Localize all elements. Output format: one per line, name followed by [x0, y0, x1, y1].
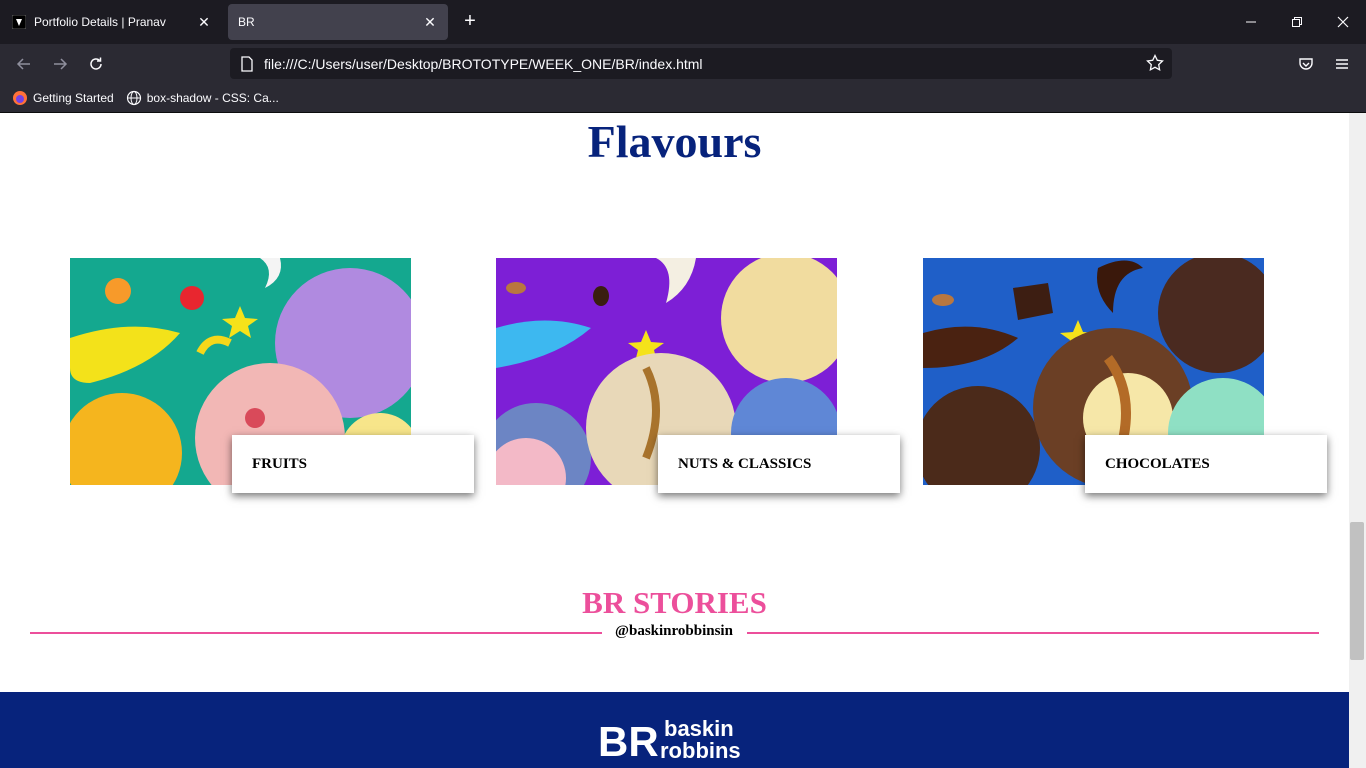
navigation-toolbar: file:///C:/Users/user/Desktop/BROTOTYPE/…: [0, 44, 1366, 84]
flavour-card-fruits[interactable]: FRUITS: [70, 258, 474, 493]
divider-right: [747, 632, 1319, 634]
firefox-icon: [12, 90, 28, 106]
tab-title: BR: [238, 15, 255, 29]
br-stories-heading: BR STORIES: [582, 585, 767, 620]
flavours-heading: Flavours: [587, 116, 762, 167]
divider-left: [30, 632, 602, 634]
page-content: Flavours FRUITS NUTS & CLASSICS CHOCOLAT…: [0, 113, 1349, 768]
bookmark-label: box-shadow - CSS: Ca...: [146, 91, 279, 105]
flavour-card-chocolates[interactable]: CHOCOLATES: [923, 258, 1327, 493]
page-scrollbar[interactable]: [1349, 113, 1366, 768]
bookmark-star-icon[interactable]: [1146, 53, 1164, 75]
logo-robbins-text: robbins: [660, 738, 741, 762]
portfolio-favicon-icon: [12, 15, 26, 29]
bookmark-getting-started[interactable]: Getting Started: [12, 90, 114, 106]
url-text: file:///C:/Users/user/Desktop/BROTOTYPE/…: [264, 55, 703, 72]
bookmarks-toolbar: Getting Started box-shadow - CSS: Ca...: [0, 84, 1366, 113]
browser-window: Portfolio Details | Pranav ✕ BR ✕ + file…: [0, 0, 1366, 768]
scrollbar-thumb[interactable]: [1350, 522, 1364, 660]
flavour-label: FRUITS: [232, 435, 474, 493]
tab-strip: Portfolio Details | Pranav ✕ BR ✕ +: [0, 0, 1366, 44]
bookmark-box-shadow[interactable]: box-shadow - CSS: Ca...: [126, 90, 279, 106]
page-icon: [240, 56, 254, 75]
tab-br[interactable]: BR ✕: [228, 4, 448, 40]
minimize-icon[interactable]: [1228, 0, 1274, 44]
pocket-icon[interactable]: [1292, 50, 1320, 78]
tab-title: Portfolio Details | Pranav: [34, 15, 166, 29]
forward-arrow-icon[interactable]: [46, 50, 74, 78]
flavour-label: NUTS & CLASSICS: [658, 435, 900, 493]
flavour-card-nuts-classics[interactable]: NUTS & CLASSICS: [496, 258, 900, 493]
flavour-label: CHOCOLATES: [1085, 435, 1327, 493]
logo-br-text: BR: [598, 718, 659, 762]
close-tab-icon[interactable]: ✕: [422, 14, 438, 31]
globe-icon: [126, 90, 142, 106]
bookmark-label: Getting Started: [33, 91, 114, 105]
restore-icon[interactable]: [1274, 0, 1320, 44]
footer: BR baskin robbins: [0, 692, 1349, 768]
tab-portfolio[interactable]: Portfolio Details | Pranav ✕: [2, 4, 222, 40]
instagram-handle[interactable]: @baskinrobbinsin: [604, 623, 744, 640]
close-tab-icon[interactable]: ✕: [196, 14, 212, 31]
baskin-robbins-logo[interactable]: BR baskin robbins: [598, 716, 758, 762]
close-window-icon[interactable]: [1320, 0, 1366, 44]
url-bar[interactable]: file:///C:/Users/user/Desktop/BROTOTYPE/…: [230, 48, 1172, 79]
menu-icon[interactable]: [1328, 50, 1356, 78]
new-tab-button[interactable]: +: [458, 10, 482, 34]
reload-icon[interactable]: [82, 50, 110, 78]
back-arrow-icon[interactable]: [10, 50, 38, 78]
